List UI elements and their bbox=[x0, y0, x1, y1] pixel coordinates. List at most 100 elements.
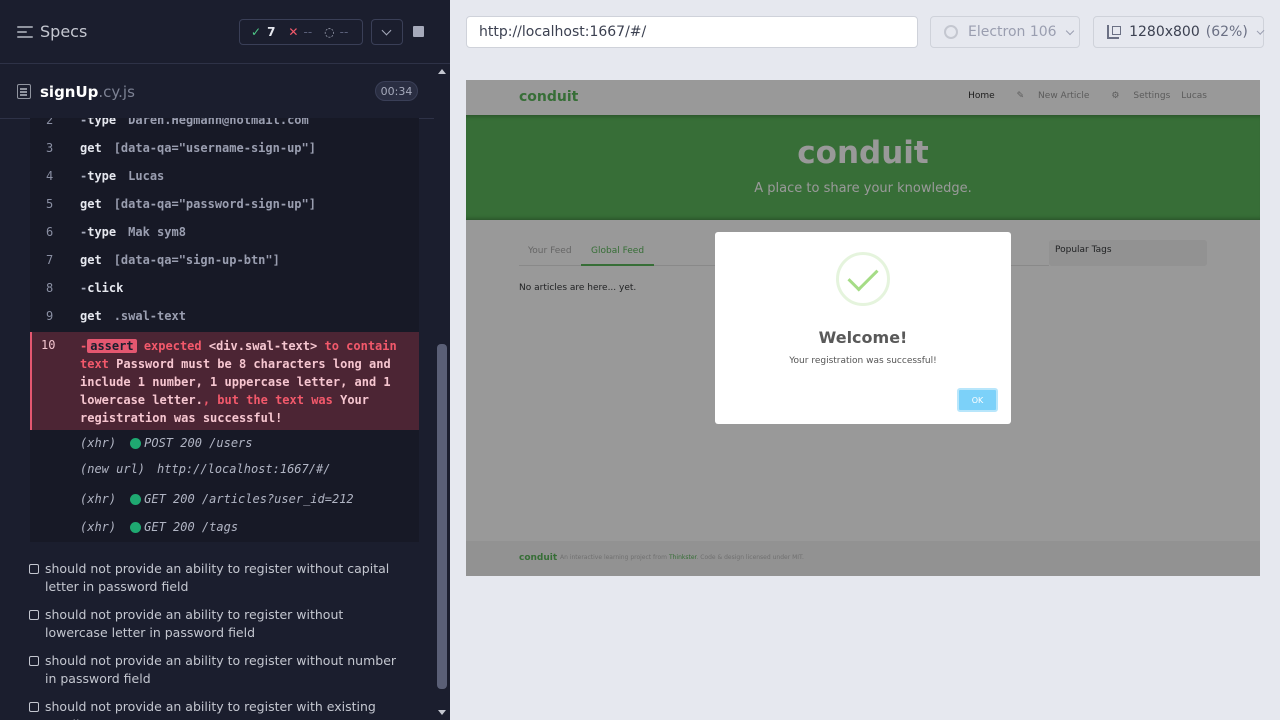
viewport-zoom: (62%) bbox=[1205, 24, 1248, 40]
pending-checkbox-icon bbox=[29, 656, 39, 666]
app-preview-frame: conduit Home ✎ New Article ⚙ Settings Lu… bbox=[466, 80, 1260, 576]
specs-title[interactable]: Specs bbox=[40, 22, 87, 41]
command-name: click bbox=[80, 281, 135, 295]
command-row[interactable]: 4 type Lucas bbox=[30, 162, 419, 190]
network-log-row[interactable]: (new url) http://localhost:1667/#/ bbox=[80, 456, 330, 482]
scroll-up-arrow-icon[interactable] bbox=[438, 69, 446, 74]
test-item[interactable]: should not provide an ability to registe… bbox=[29, 698, 409, 720]
viewport-ruler-icon bbox=[1107, 25, 1122, 39]
network-log-row[interactable]: (xhr) POST 200 /users bbox=[80, 430, 253, 456]
assert-but: , but the text was bbox=[202, 393, 333, 407]
test-title: should not provide an ability to registe… bbox=[45, 699, 376, 720]
command-name: type Lucas bbox=[80, 169, 164, 183]
command-argument: Mak sym8 bbox=[128, 225, 186, 239]
modal-text: Your registration was successful! bbox=[789, 356, 937, 366]
spec-file-basename: signUp bbox=[40, 83, 99, 101]
test-title: should not provide an ability to registe… bbox=[45, 607, 344, 640]
test-stats: ✓ 7 ✕ -- ◌ -- bbox=[239, 19, 363, 45]
command-row[interactable]: 3 get [data-qa="username-sign-up"] bbox=[30, 134, 419, 162]
command-argument: Lucas bbox=[128, 169, 165, 183]
command-row[interactable]: 8 click bbox=[30, 274, 419, 302]
failed-count: -- bbox=[303, 25, 313, 39]
browser-label: Electron 106 bbox=[968, 24, 1057, 40]
specs-list-icon[interactable] bbox=[17, 26, 33, 40]
command-number: 4 bbox=[46, 169, 54, 183]
viewport-selector[interactable]: 1280x800 (62%) bbox=[1093, 16, 1265, 48]
test-item[interactable]: should not provide an ability to registe… bbox=[29, 652, 409, 688]
network-detail: GET 200 /articles?user_id=212 bbox=[144, 492, 354, 506]
command-argument: [data-qa="password-sign-up"] bbox=[113, 197, 316, 211]
pending-icon: ◌ bbox=[324, 25, 335, 39]
test-item[interactable]: should not provide an ability to registe… bbox=[29, 606, 409, 642]
network-log-row[interactable]: (xhr) GET 200 /tags bbox=[80, 514, 238, 540]
status-success-dot-icon bbox=[130, 521, 142, 533]
pending-checkbox-icon bbox=[29, 610, 39, 620]
spec-file-name[interactable]: signUp.cy.js bbox=[40, 83, 135, 101]
network-type: (xhr) bbox=[80, 436, 117, 450]
runner-header: Specs ✓ 7 ✕ -- ◌ -- bbox=[0, 0, 450, 64]
failed-assertion-row[interactable]: 10 - assert expected <div.swal-text> to co… bbox=[30, 332, 419, 430]
command-row[interactable]: 7 get [data-qa="sign-up-btn"] bbox=[30, 246, 419, 274]
chevron-down-icon bbox=[1065, 26, 1074, 35]
network-detail: http://localhost:1667/#/ bbox=[157, 462, 331, 476]
viewport-size: 1280x800 bbox=[1129, 24, 1200, 40]
status-success-dot-icon bbox=[130, 493, 142, 505]
electron-icon bbox=[944, 25, 958, 39]
command-log-scrollbar[interactable] bbox=[434, 64, 450, 720]
command-log: 2 type Daren.Hegmann@hotmail.com 3 get [data-… bbox=[30, 118, 419, 542]
network-log-row[interactable]: (xhr) GET 200 /articles?user_id=212 bbox=[80, 486, 354, 512]
command-number: 3 bbox=[46, 141, 54, 155]
chevron-down-icon bbox=[1256, 26, 1265, 35]
command-argument: Daren.Hegmann@hotmail.com bbox=[128, 118, 309, 127]
command-number: 5 bbox=[46, 197, 54, 211]
spec-duration-badge: 00:34 bbox=[375, 81, 418, 101]
pending-count: -- bbox=[339, 25, 349, 39]
url-bar[interactable]: http://localhost:1667/#/ bbox=[466, 16, 918, 48]
assert-element: <div.swal-text> bbox=[208, 339, 318, 353]
welcome-modal: Welcome! Your registration was successfu… bbox=[715, 232, 1011, 424]
network-type: (xhr) bbox=[80, 492, 117, 506]
failed-icon: ✕ bbox=[288, 25, 299, 39]
command-name-text: type bbox=[87, 118, 117, 127]
command-row[interactable]: 9 get .swal-text bbox=[30, 302, 419, 330]
command-name: type Daren.Hegmann@hotmail.com bbox=[80, 118, 309, 127]
command-number: 8 bbox=[46, 281, 54, 295]
pending-checkbox-icon bbox=[29, 702, 39, 712]
command-argument: .swal-text bbox=[113, 309, 186, 323]
command-number: 10 bbox=[41, 338, 56, 352]
stop-button[interactable] bbox=[407, 19, 433, 45]
command-name-text: get bbox=[80, 197, 102, 211]
command-name: get [data-qa="password-sign-up"] bbox=[80, 197, 316, 211]
command-row[interactable]: 5 get [data-qa="password-sign-up"] bbox=[30, 190, 419, 218]
test-title: should not provide an ability to registe… bbox=[45, 561, 390, 594]
assertion-message: - assert expected <div.swal-text> to cont… bbox=[80, 339, 397, 425]
passed-icon: ✓ bbox=[251, 25, 262, 39]
test-item[interactable]: should not provide an ability to registe… bbox=[29, 560, 409, 596]
command-name: get [data-qa="username-sign-up"] bbox=[80, 141, 316, 155]
command-argument: [data-qa="sign-up-btn"] bbox=[113, 253, 280, 267]
passed-count: 7 bbox=[267, 25, 276, 39]
command-number: 6 bbox=[46, 225, 54, 239]
success-check-icon bbox=[836, 252, 890, 306]
scroll-down-arrow-icon[interactable] bbox=[438, 710, 446, 715]
pending-checkbox-icon bbox=[29, 564, 39, 574]
command-name: get .swal-text bbox=[80, 309, 186, 323]
assert-expected: expected bbox=[143, 339, 202, 353]
command-name: type Mak sym8 bbox=[80, 225, 186, 239]
network-type: (new url) bbox=[80, 462, 146, 476]
runner-panel: Specs ✓ 7 ✕ -- ◌ -- signUp.cy.js 00:34 2… bbox=[0, 0, 450, 720]
command-argument: [data-qa="username-sign-up"] bbox=[113, 141, 316, 155]
browser-selector[interactable]: Electron 106 bbox=[930, 16, 1080, 48]
network-detail: GET 200 /tags bbox=[144, 520, 239, 534]
collapse-toggle-button[interactable] bbox=[371, 19, 403, 45]
spec-file-extension: .cy.js bbox=[98, 83, 135, 101]
command-name-text: get bbox=[80, 253, 102, 267]
command-name-text: get bbox=[80, 309, 102, 323]
modal-title: Welcome! bbox=[818, 328, 908, 347]
command-name: get [data-qa="sign-up-btn"] bbox=[80, 253, 280, 267]
modal-ok-button[interactable]: OK bbox=[957, 388, 998, 412]
assert-badge: assert bbox=[87, 339, 137, 353]
command-row[interactable]: 6 type Mak sym8 bbox=[30, 218, 419, 246]
command-row[interactable]: 2 type Daren.Hegmann@hotmail.com bbox=[30, 118, 419, 134]
scroll-thumb[interactable] bbox=[437, 344, 447, 689]
